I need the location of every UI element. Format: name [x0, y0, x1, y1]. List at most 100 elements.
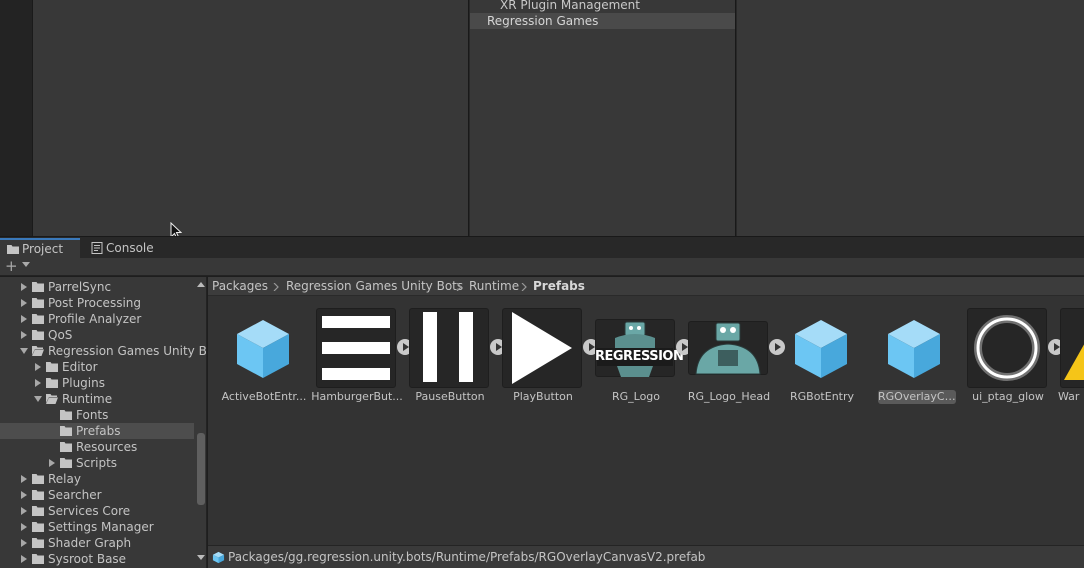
tree-item[interactable]: Editor: [0, 359, 194, 375]
tree-item[interactable]: Post Processing: [0, 295, 194, 311]
prefab-icon: [212, 551, 225, 564]
chevron-right-icon[interactable]: [20, 491, 28, 499]
tree-item[interactable]: Services Core: [0, 503, 194, 519]
breadcrumb-packages[interactable]: Packages: [212, 279, 268, 294]
chevron-right-icon[interactable]: [20, 315, 28, 323]
scroll-up-arrow-icon[interactable]: [196, 280, 206, 288]
chevron-right-icon: [273, 283, 279, 291]
chevron-right-icon[interactable]: [34, 379, 42, 387]
chevron-down-icon: [22, 262, 30, 267]
folder-icon: [7, 245, 19, 254]
hierarchy-pane[interactable]: [33, 0, 469, 236]
asset-browser[interactable]: Packages Regression Games Unity Bots Run…: [208, 277, 1084, 545]
tree-item[interactable]: Fonts: [0, 407, 194, 423]
create-dropdown-button[interactable]: +: [5, 259, 35, 275]
folder-icon: [32, 314, 44, 324]
asset-tile[interactable]: ui_ptag_glow: [955, 308, 1064, 408]
chevron-right-icon: [521, 283, 527, 291]
tree-item[interactable]: Prefabs: [0, 423, 194, 439]
asset-tile[interactable]: PlayButton: [490, 308, 599, 408]
console-icon: [91, 242, 103, 254]
tree-item[interactable]: Regression Games Unity B: [0, 343, 206, 359]
project-toolbar: +: [0, 258, 1084, 276]
chevron-right-icon[interactable]: [20, 283, 28, 291]
breadcrumb-prefabs[interactable]: Prefabs: [533, 279, 585, 294]
chevron-right-icon[interactable]: [20, 331, 28, 339]
tree-item-label: Sysroot Base: [48, 552, 127, 566]
asset-tile[interactable]: REGRESSION RG_Logo: [583, 308, 692, 408]
chevron-right-icon[interactable]: [20, 523, 28, 531]
tree-item-label: Fonts: [76, 408, 109, 422]
regression-logo: REGRESSION: [595, 308, 684, 388]
folder-icon: [32, 538, 44, 548]
asset-label: War: [1058, 390, 1080, 403]
tree-item-label: ParrelSync: [48, 280, 112, 294]
tree-item[interactable]: Sysroot Base: [0, 551, 194, 567]
chevron-right-icon[interactable]: [34, 363, 42, 371]
bottom-tab-bar: Project Console: [0, 236, 1084, 259]
tree-item-label: Prefabs: [76, 424, 121, 438]
folder-icon: [46, 362, 58, 372]
tree-item[interactable]: ParrelSync: [0, 279, 194, 295]
chevron-down-icon[interactable]: [20, 347, 28, 355]
tree-item[interactable]: Settings Manager: [0, 519, 194, 535]
chevron-right-icon[interactable]: [20, 299, 28, 307]
cube-icon: [795, 320, 847, 378]
breadcrumb-regression-games-unity-bots[interactable]: Regression Games Unity Bots: [286, 279, 463, 294]
asset-tile[interactable]: RGBotEntry: [769, 308, 861, 408]
chevron-right-icon[interactable]: [20, 555, 28, 563]
asset-tile[interactable]: ActiveBotEntr...: [211, 308, 306, 408]
folder-open-icon: [32, 346, 44, 356]
asset-tile[interactable]: War: [1048, 308, 1084, 408]
tree-item-label: QoS: [48, 328, 73, 342]
tree-item[interactable]: Scripts: [0, 455, 194, 471]
settings-item-xr-plugin-management[interactable]: XR Plugin Management: [500, 0, 640, 13]
tree-item[interactable]: Shader Graph: [0, 535, 194, 551]
asset-label: RG_Logo_Head: [687, 390, 771, 403]
tree-item[interactable]: Searcher: [0, 487, 194, 503]
tree-item-label: Post Processing: [48, 296, 141, 310]
folder-icon: [32, 282, 44, 292]
folder-icon: [32, 522, 44, 532]
left-gutter: [0, 0, 33, 236]
asset-tile[interactable]: HamburgerBut...: [304, 308, 413, 408]
tab-console[interactable]: Console: [84, 238, 164, 259]
chevron-right-icon[interactable]: [20, 475, 28, 483]
tree-item[interactable]: QoS: [0, 327, 194, 343]
folder-icon: [60, 426, 72, 436]
asset-label: RG_Logo: [611, 390, 661, 403]
breadcrumb-runtime[interactable]: Runtime: [469, 279, 519, 294]
folder-icon: [32, 474, 44, 484]
chevron-down-icon[interactable]: [34, 395, 42, 403]
tree-item-label: Editor: [62, 360, 98, 374]
tree-item[interactable]: Plugins: [0, 375, 194, 391]
settings-detail-pane: [737, 0, 1084, 236]
status-bar: Packages/gg.regression.unity.bots/Runtim…: [208, 545, 1084, 568]
tree-item-label: Regression Games Unity B: [48, 344, 207, 358]
pause-icon: [409, 308, 489, 388]
folder-open-icon: [46, 394, 58, 404]
tree-item[interactable]: Runtime: [0, 391, 194, 407]
tab-project[interactable]: Project: [0, 238, 80, 259]
tree-scrollbar-thumb[interactable]: [197, 433, 205, 505]
chevron-right-icon[interactable]: [20, 507, 28, 515]
chevron-right-icon[interactable]: [20, 539, 28, 547]
asset-tile[interactable]: RG_Logo_Head: [676, 308, 785, 408]
tree-item-label: Scripts: [76, 456, 118, 470]
asset-tile[interactable]: RGOverlayCa...: [862, 308, 956, 408]
tree-item-label: Resources: [76, 440, 138, 454]
asset-label: RGBotEntry: [789, 390, 855, 403]
asset-tile[interactable]: PauseButton: [397, 308, 506, 408]
settings-item-regression-games[interactable]: Regression Games: [470, 13, 735, 29]
tab-console-label: Console: [106, 241, 154, 255]
chevron-right-icon[interactable]: [48, 459, 56, 467]
hamburger-icon: [316, 308, 396, 388]
tree-item[interactable]: Resources: [0, 439, 194, 455]
tree-item[interactable]: Relay: [0, 471, 194, 487]
tree-item[interactable]: Profile Analyzer: [0, 311, 194, 327]
scroll-down-arrow-icon[interactable]: [196, 554, 206, 562]
tree-item-label: Shader Graph: [48, 536, 132, 550]
cube-icon: [888, 320, 940, 378]
project-folder-tree[interactable]: ParrelSync Post Processing Profile Analyze…: [0, 277, 207, 568]
logo-wordmark: REGRESSION: [595, 349, 684, 364]
